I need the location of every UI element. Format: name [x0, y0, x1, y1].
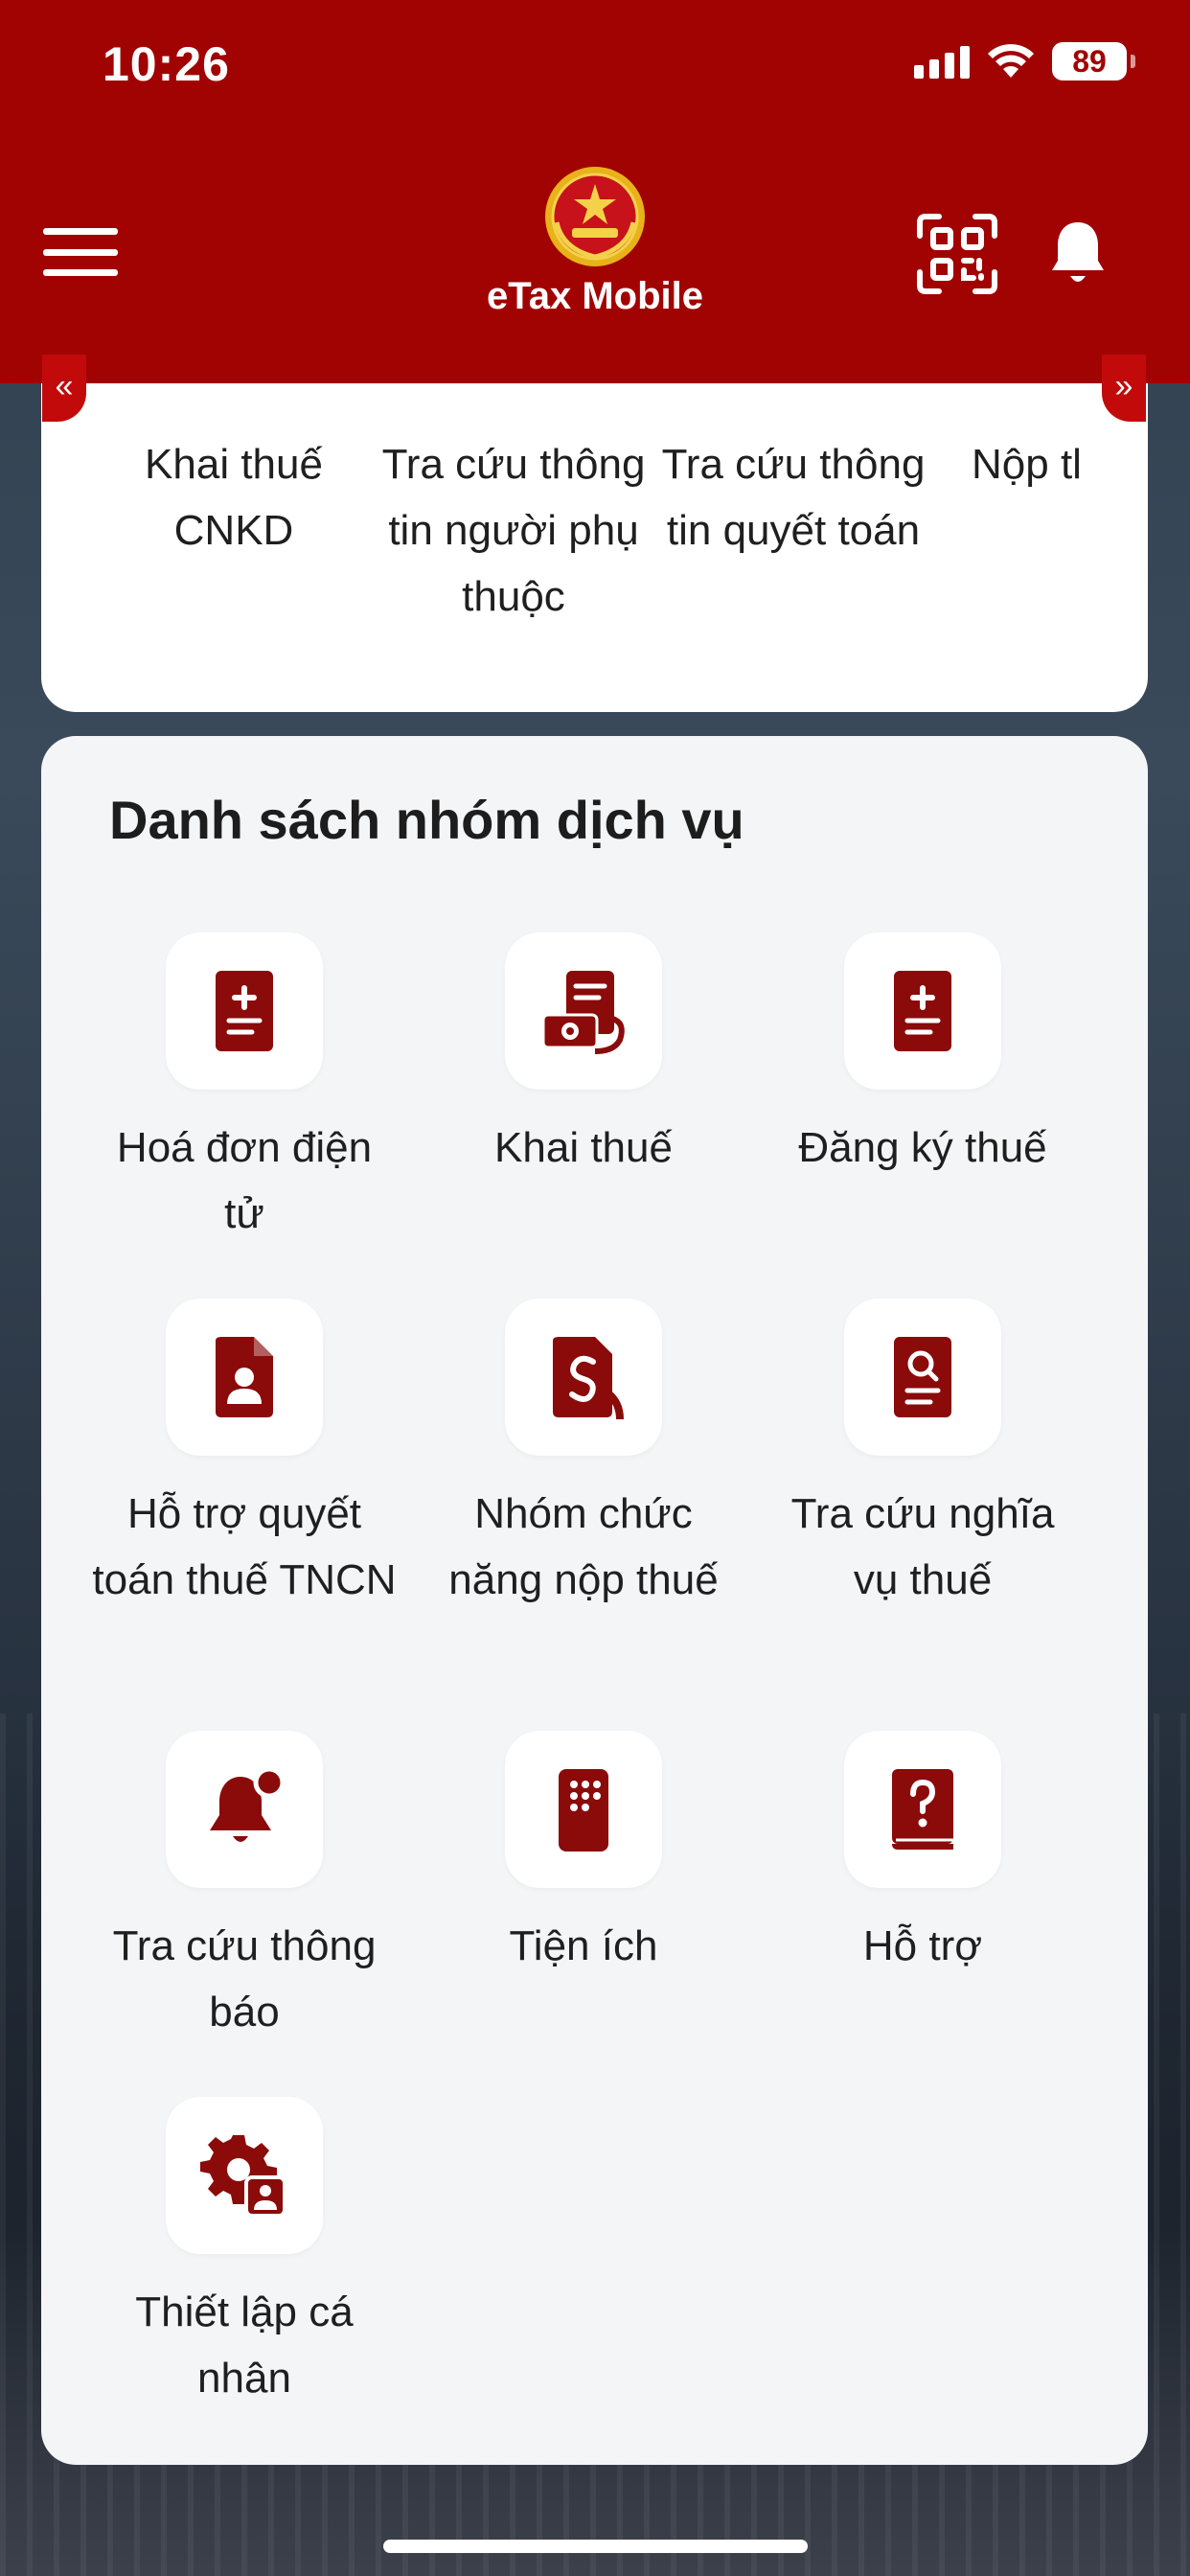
quick-item-quyet-toan[interactable]: Tra cứu thông tin quyết toán [653, 431, 933, 630]
payment-document-icon [553, 1337, 624, 1420]
service-thiet-lap-ca-nhan[interactable]: Thiết lập cá nhân [91, 2097, 398, 2411]
scroll-right-button[interactable]: » [1102, 355, 1146, 422]
quick-item-nguoi-phu-thuoc[interactable]: Tra cứu thông tin người phụ thuộc [374, 431, 653, 630]
service-label: Tiện ích [509, 1922, 658, 1969]
service-tien-ich[interactable]: Tiện ích [430, 1731, 737, 1979]
status-time: 10:26 [103, 37, 230, 91]
service-label: Nhóm chức năng nộp thuế [448, 1490, 719, 1603]
service-ho-tro[interactable]: Hỗ trợ [769, 1731, 1076, 1979]
icon-box [844, 1731, 1001, 1888]
quick-item-label: Khai thuế CNKD [145, 441, 323, 554]
wifi-icon [988, 44, 1034, 78]
qr-scan-icon[interactable] [916, 213, 998, 295]
service-label: Thiết lập cá nhân [135, 2288, 354, 2402]
icon-box [505, 1299, 662, 1456]
quick-item-label: Nộp tl [972, 441, 1082, 488]
service-label: Hỗ trợ [862, 1922, 983, 1969]
register-plus-icon [894, 971, 951, 1051]
app-header: 10:26 89 eTax Mobile [0, 0, 1190, 383]
service-group-card: Danh sách nhóm dịch vụ Hoá đơn điện tử K… [41, 736, 1148, 2465]
icon-box [844, 932, 1001, 1090]
quick-item-label: Tra cứu thông tin người phụ thuộc [381, 441, 646, 620]
service-khai-thue[interactable]: Khai thuế [430, 932, 737, 1181]
user-settings-icon [200, 2135, 286, 2218]
service-tra-cuu-thong-bao[interactable]: Tra cứu thông báo [91, 1731, 398, 2045]
service-label: Tra cứu nghĩa vụ thuế [790, 1490, 1055, 1603]
icon-box [505, 1731, 662, 1888]
notification-bell-icon [210, 1766, 286, 1842]
service-hoa-don-dien-tu[interactable]: Hoá đơn điện tử [91, 932, 398, 1247]
brand: eTax Mobile [0, 165, 1190, 318]
signal-icon [914, 44, 970, 79]
app-title: eTax Mobile [487, 275, 703, 317]
quick-item-nop-thue[interactable]: Nộp tl [933, 431, 1125, 630]
utility-keypad-icon [559, 1769, 608, 1852]
service-dang-ky-thue[interactable]: Đăng ký thuế [769, 932, 1076, 1181]
icon-box [166, 1731, 323, 1888]
service-nop-thue[interactable]: Nhóm chức năng nộp thuế [430, 1299, 737, 1613]
quick-item-label: Tra cứu thông tin quyết toán [661, 441, 926, 554]
icon-box [844, 1299, 1001, 1456]
invoice-plus-icon [216, 971, 273, 1051]
icon-box [166, 1299, 323, 1456]
service-label: Khai thuế [494, 1124, 673, 1171]
quick-item-khai-thue-cnkd[interactable]: Khai thuế CNKD [94, 431, 374, 630]
service-label: Đăng ký thuế [798, 1124, 1047, 1171]
service-label: Hoá đơn điện tử [116, 1124, 373, 1237]
person-document-icon [216, 1337, 273, 1417]
help-book-icon [892, 1769, 953, 1850]
quick-access-track[interactable]: Khai thuế CNKD Tra cứu thông tin người p… [94, 431, 1125, 630]
service-group-title: Danh sách nhóm dịch vụ [109, 790, 744, 850]
home-indicator[interactable] [383, 2540, 808, 2553]
tax-emblem-icon [545, 167, 645, 266]
service-tra-cuu-nghia-vu[interactable]: Tra cứu nghĩa vụ thuế [769, 1299, 1076, 1613]
icon-box [166, 2097, 323, 2254]
search-document-icon [894, 1337, 951, 1417]
service-label: Tra cứu thông báo [112, 1922, 377, 2036]
icon-box [505, 932, 662, 1090]
battery-indicator: 89 [1052, 42, 1135, 80]
service-ho-tro-quyet-toan[interactable]: Hỗ trợ quyết toán thuế TNCN [91, 1299, 398, 1613]
icon-box [166, 932, 323, 1090]
bell-icon[interactable] [1048, 218, 1108, 289]
tax-declaration-icon [541, 971, 625, 1054]
service-label: Hỗ trợ quyết toán thuế TNCN [92, 1490, 397, 1603]
status-icons: 89 [914, 42, 1135, 80]
